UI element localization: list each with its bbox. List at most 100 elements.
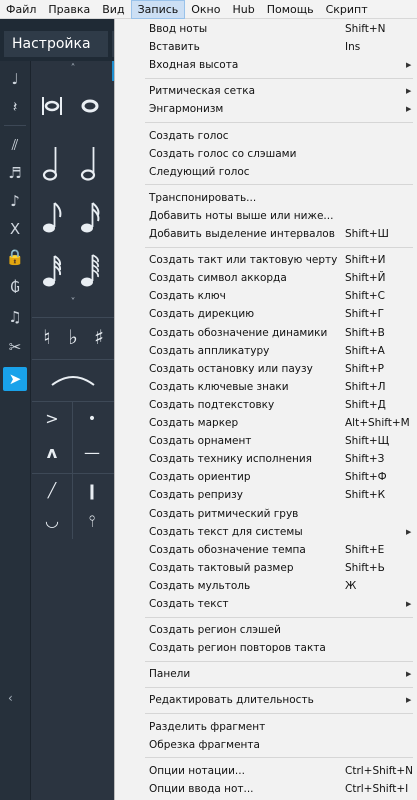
menu-item[interactable]: Создать голос <box>115 127 417 145</box>
stem-icon[interactable]: Ⅹ <box>3 217 27 241</box>
menu-item[interactable]: Создать ключевые знаки Shift+Л <box>115 378 417 396</box>
menu-item[interactable]: Создать регион повторов такта <box>115 639 417 657</box>
half-note-alt-icon[interactable] <box>78 143 102 183</box>
menu-item[interactable]: Панели ▶ <box>115 665 417 683</box>
grace-notes-icon[interactable]: ♫ <box>3 305 27 329</box>
menu-item-shortcut: Shift+Ь <box>345 561 385 574</box>
menu-item[interactable]: Следующий голос <box>115 163 417 181</box>
menu-item[interactable]: Создать такт или тактовую черту Shift+И <box>115 251 417 269</box>
menu-view[interactable]: Вид <box>96 0 130 19</box>
quarter-note-icon[interactable]: ♩ <box>3 67 27 91</box>
menu-separator <box>145 77 413 79</box>
menu-item[interactable]: Создать репризу Shift+К <box>115 486 417 504</box>
scissors-icon[interactable]: ✂ <box>3 335 27 359</box>
menu-item[interactable]: Создать мультоль Ж <box>115 577 417 595</box>
menu-item[interactable]: Создать голос со слэшами <box>115 145 417 163</box>
scroll-up-icon[interactable]: ˄ <box>64 63 82 74</box>
menu-item[interactable]: Ввод ноты Shift+N <box>115 20 417 38</box>
collapse-left-icon[interactable]: ‹ <box>8 691 13 705</box>
fermata-icon[interactable]: ◡ <box>40 509 64 533</box>
beamed-notes-icon[interactable]: ♬ <box>3 161 27 185</box>
menu-edit[interactable]: Правка <box>42 0 96 19</box>
menu-item[interactable]: Создать остановку или паузу Shift+Р <box>115 360 417 378</box>
menu-item[interactable]: Создать обозначение темпа Shift+Е <box>115 541 417 559</box>
menu-item-label: Создать регион слэшей <box>149 624 281 637</box>
tenuto-staccato-icon[interactable]: ⫯ <box>80 509 104 533</box>
eighth-note-palette-icon[interactable] <box>40 199 64 235</box>
staccatissimo-icon[interactable]: ǀ <box>80 479 104 503</box>
menu-item[interactable]: Добавить ноты выше или ниже... <box>115 207 417 225</box>
menu-item-label: Панели <box>149 668 191 681</box>
menu-item-shortcut: Shift+Щ <box>345 435 390 448</box>
menu-item[interactable]: Опции нотации... Ctrl+Shift+N <box>115 762 417 780</box>
menu-item[interactable]: Ритмическая сетка ▶ <box>115 82 417 100</box>
menu-record[interactable]: Запись <box>130 0 186 19</box>
menu-item-label: Создать репризу <box>149 489 243 502</box>
clef-icon[interactable]: ₲ <box>3 275 27 299</box>
menu-item[interactable]: Создать ритмический грув <box>115 505 417 523</box>
menu-item[interactable]: Создать маркер Alt+Shift+M <box>115 414 417 432</box>
menu-item[interactable]: Создать аппликатуру Shift+А <box>115 342 417 360</box>
menu-item[interactable]: Создать технику исполнения Shift+З <box>115 450 417 468</box>
eighth-note-icon[interactable]: ♪ <box>3 189 27 213</box>
menu-item-label: Создать ключевые знаки <box>149 380 289 393</box>
select-arrow-icon[interactable]: ➤ <box>3 367 27 391</box>
staccato-icon[interactable]: • <box>80 407 104 431</box>
submenu-arrow-icon: ▶ <box>406 527 412 536</box>
tenuto-icon[interactable]: — <box>80 441 104 465</box>
menu-item[interactable]: Создать орнамент Shift+Щ <box>115 432 417 450</box>
menu-item[interactable]: Создать тактовый размер Shift+Ь <box>115 559 417 577</box>
half-note-icon[interactable] <box>40 143 64 183</box>
menu-item-label: Создать текст <box>149 598 229 610</box>
marcato-icon[interactable]: ʌ <box>40 441 64 465</box>
menu-item[interactable]: Создать обозначение динамики Shift+В <box>115 324 417 342</box>
menu-item[interactable]: Создать дирекцию Shift+Г <box>115 305 417 323</box>
menu-item[interactable]: Обрезка фрагмента <box>115 736 417 754</box>
sharp-icon[interactable]: ♯ <box>88 323 110 351</box>
thirty-second-note-icon[interactable] <box>40 253 64 289</box>
menu-item-shortcut: Shift+И <box>345 254 386 267</box>
menu-item[interactable]: Добавить выделение интервалов Shift+Ш <box>115 225 417 243</box>
menu-window[interactable]: Окно <box>185 0 226 19</box>
flat-icon[interactable]: ♭ <box>62 323 84 351</box>
menu-item[interactable]: Создать символ аккорда Shift+Й <box>115 269 417 287</box>
menu-item[interactable]: Энгармонизм ▶ <box>115 100 417 118</box>
menu-item[interactable]: Создать текст ▶ <box>115 595 417 613</box>
menu-item[interactable]: Создать подтекстовку Shift+Д <box>115 396 417 414</box>
lock-icon[interactable]: 🔒 <box>3 245 27 269</box>
scroll-down-icon[interactable]: ˅ <box>64 297 82 308</box>
menu-item[interactable]: Создать ключ Shift+С <box>115 287 417 305</box>
menu-hub[interactable]: Hub <box>226 0 260 19</box>
menu-file[interactable]: Файл <box>0 0 42 19</box>
rest-icon[interactable]: 𝄽 <box>3 95 27 119</box>
tie-icon[interactable] <box>48 367 98 391</box>
whole-note-icon[interactable] <box>78 91 102 121</box>
menu-item[interactable]: Создать текст для системы ▶ <box>115 523 417 541</box>
sixteenth-note-icon[interactable] <box>78 199 102 235</box>
tab-setup[interactable]: Настройка <box>4 31 108 57</box>
menu-help[interactable]: Помощь <box>261 0 320 19</box>
menu-item-label: Создать обозначение динамики <box>149 326 328 339</box>
tremolo-icon[interactable]: ⫽ <box>3 133 27 157</box>
menu-item[interactable]: Вставить Ins <box>115 38 417 56</box>
menu-item[interactable]: Создать ориентир Shift+Ф <box>115 468 417 486</box>
staccatissimo-wedge-icon[interactable]: ╱ <box>40 479 64 503</box>
menu-item[interactable]: Разделить фрагмент <box>115 718 417 736</box>
menu-script[interactable]: Скрипт <box>320 0 374 19</box>
menu-item[interactable]: Редактировать длительность ▶ <box>115 691 417 709</box>
menu-item[interactable]: Опции ввода нот... Ctrl+Shift+I <box>115 780 417 798</box>
menu-item-label: Вставить <box>149 41 200 54</box>
double-whole-note-icon[interactable] <box>40 91 64 121</box>
menu-item[interactable]: Транспонировать... <box>115 189 417 207</box>
menu-item-label: Создать ориентир <box>149 471 251 484</box>
natural-icon[interactable]: ♮ <box>36 323 58 351</box>
menu-item[interactable]: Создать регион слэшей <box>115 621 417 639</box>
menu-item-shortcut: Shift+К <box>345 489 386 502</box>
accent-icon[interactable]: > <box>40 407 64 431</box>
menu-item-shortcut: Shift+Й <box>345 272 386 285</box>
menu-separator <box>145 122 413 123</box>
menu-item[interactable]: Входная высота ▶ <box>115 56 417 74</box>
menu-item-label: Транспонировать... <box>149 191 257 204</box>
sixty-fourth-note-icon[interactable] <box>78 253 102 289</box>
menu-separator <box>145 246 413 248</box>
